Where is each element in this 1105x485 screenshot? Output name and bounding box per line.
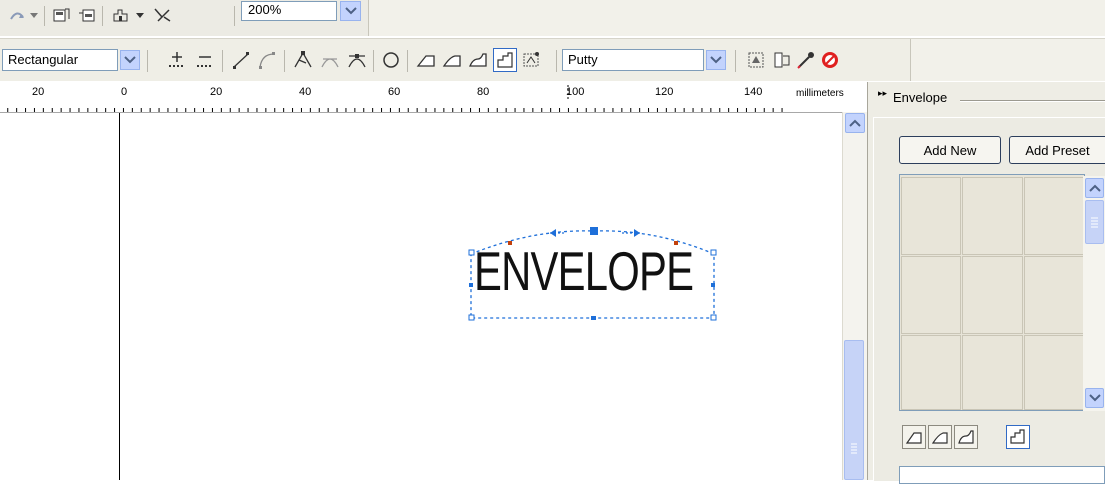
envelope-text-object[interactable]: ENVELOPE [470, 231, 716, 323]
toolbar-separator [284, 50, 285, 72]
docker-single-arc-mode-icon[interactable] [928, 425, 952, 449]
preset-cell[interactable] [901, 335, 961, 410]
ruler-scale: 20 0 20 40 60 80 100 120 140 [7, 85, 783, 112]
copy-properties-icon[interactable] [744, 48, 768, 72]
docker-title-rule [960, 100, 1105, 102]
vertical-scroll-thumb[interactable] [844, 340, 864, 480]
symbol-icon[interactable] [152, 4, 174, 26]
cusp-node-icon[interactable] [291, 48, 315, 72]
smooth-node-icon[interactable] [318, 48, 342, 72]
ruler-label: 60 [388, 86, 400, 98]
add-preset-icon[interactable] [379, 48, 403, 72]
toolbar-separator [234, 6, 235, 26]
selection-mode-select[interactable]: Rectangular [2, 49, 118, 71]
toolbar-separator [556, 50, 557, 72]
docker-straight-line-mode-icon[interactable] [902, 425, 926, 449]
to-line-icon[interactable] [229, 48, 253, 72]
toolbar-separator [102, 6, 103, 26]
docker-expand-icon[interactable]: ▸▸ [878, 89, 887, 99]
ruler-label: 40 [299, 86, 311, 98]
chevron-down-icon [1088, 394, 1101, 402]
docker-unconstrained-mode-icon[interactable] [1006, 425, 1030, 449]
toolbar-separator [373, 50, 374, 72]
unconstrained-mode-icon[interactable] [493, 48, 517, 72]
chevron-up-icon [1088, 184, 1101, 192]
delete-node-icon[interactable] [193, 48, 217, 72]
straight-line-mode-icon[interactable] [414, 48, 438, 72]
chevron-down-icon [710, 56, 722, 64]
preset-cell[interactable] [901, 256, 961, 334]
chevron-down-icon [344, 7, 357, 15]
zoom-dropdown-button[interactable] [340, 1, 361, 21]
toolbar-separator [735, 50, 736, 72]
envelope-mapping-mode-dropdown[interactable] [706, 50, 726, 70]
preset-cell[interactable] [962, 335, 1023, 410]
envelope-text: ENVELOPE [474, 240, 694, 302]
grip-icon [851, 443, 857, 454]
chevron-up-icon [849, 119, 861, 127]
add-preset-button[interactable]: Add Preset [1009, 136, 1105, 164]
add-node-icon[interactable] [165, 48, 189, 72]
preset-cell[interactable] [901, 177, 961, 255]
ruler-unit-label: millimeters [796, 88, 844, 99]
preset-scroll-up-button[interactable] [1085, 178, 1104, 198]
preset-scroll-down-button[interactable] [1085, 388, 1104, 408]
scroll-up-button[interactable] [845, 113, 865, 133]
toolbar-separator [222, 50, 223, 72]
grip-icon [1091, 217, 1098, 228]
application-launcher-icon[interactable] [110, 4, 132, 26]
preset-cell[interactable] [962, 256, 1023, 334]
ruler-label: 0 [121, 86, 127, 98]
toolbar-separator [147, 50, 148, 72]
dropdown-arrow-icon[interactable] [28, 4, 40, 26]
ruler-label: 140 [744, 86, 762, 98]
double-arc-mode-icon[interactable] [466, 48, 490, 72]
preset-cell[interactable] [1024, 256, 1085, 334]
horizontal-ruler[interactable]: 20 0 20 40 60 80 100 120 140 millimeters [0, 82, 866, 113]
standard-toolbar: 200% [0, 0, 1105, 36]
symmetrical-node-icon[interactable] [345, 48, 369, 72]
preset-cell[interactable] [962, 177, 1023, 255]
envelope-preset-grid[interactable] [899, 174, 1085, 411]
preset-scroll-thumb[interactable] [1085, 200, 1104, 244]
add-new-envelope-icon[interactable] [520, 48, 544, 72]
eyedropper-icon[interactable] [794, 48, 818, 72]
docker-double-arc-mode-icon[interactable] [954, 425, 978, 449]
envelope-mapping-mode-select[interactable]: Putty [562, 49, 704, 71]
export-icon[interactable] [76, 4, 98, 26]
ruler-label: 20 [210, 86, 222, 98]
import-icon[interactable] [50, 4, 72, 26]
preset-cell[interactable] [1024, 177, 1085, 255]
ruler-label: 20 [32, 86, 44, 98]
property-bar: Rectangular Putty [0, 38, 1105, 81]
ruler-label: 80 [477, 86, 489, 98]
ruler-label: 120 [655, 86, 673, 98]
toolbar-separator [407, 50, 408, 72]
toolbar-separator [44, 6, 45, 26]
chevron-down-icon [124, 56, 136, 64]
clear-envelope-icon[interactable] [818, 48, 842, 72]
selection-mode-dropdown[interactable] [120, 50, 140, 70]
docker-title: Envelope [893, 90, 948, 105]
ruler-label: 100 [566, 86, 584, 98]
docker-mapping-mode-select[interactable] [899, 466, 1105, 484]
preset-cell[interactable] [1024, 335, 1085, 410]
create-from-icon[interactable] [770, 48, 794, 72]
drawing-canvas[interactable]: ENVELOPE [0, 113, 840, 480]
single-arc-mode-icon[interactable] [440, 48, 464, 72]
dropdown-arrow-icon[interactable] [134, 4, 146, 26]
add-new-button[interactable]: Add New [899, 136, 1001, 164]
rotate-icon[interactable] [6, 4, 28, 26]
zoom-level-input[interactable]: 200% [241, 1, 337, 21]
to-curve-icon[interactable] [255, 48, 279, 72]
